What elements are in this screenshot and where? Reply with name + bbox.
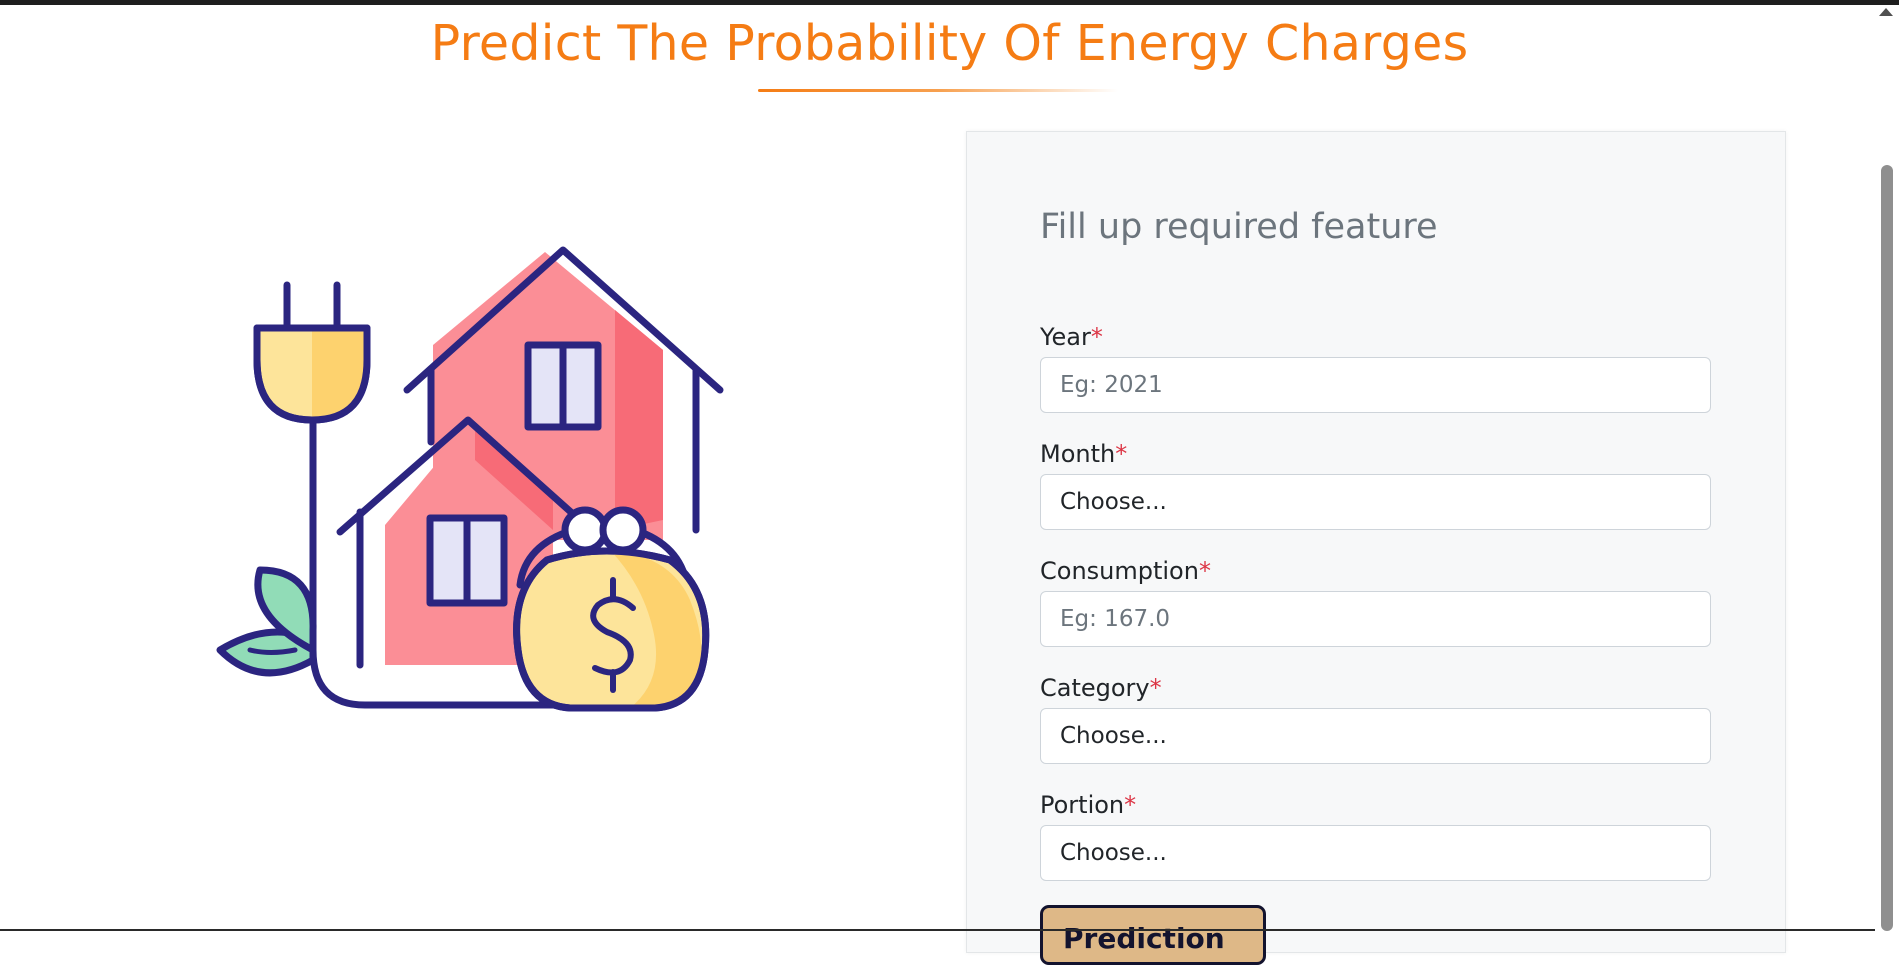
year-label-text: Year	[1040, 323, 1091, 351]
category-select-value: Choose...	[1060, 723, 1167, 749]
month-select-value: Choose...	[1060, 489, 1167, 515]
house-plug-moneybag-icon	[175, 230, 770, 730]
year-label: Year*	[1040, 322, 1103, 352]
prediction-form: Fill up required feature Year* Month* Ch…	[966, 131, 1786, 965]
portion-select-value: Choose...	[1060, 840, 1167, 866]
month-select[interactable]: Choose...	[1040, 474, 1711, 530]
consumption-label: Consumption*	[1040, 556, 1211, 586]
prediction-button[interactable]: Prediction	[1040, 905, 1266, 965]
consumption-input[interactable]	[1040, 591, 1711, 647]
month-label: Month*	[1040, 439, 1127, 469]
year-input[interactable]	[1040, 357, 1711, 413]
required-marker: *	[1198, 557, 1211, 585]
page: Predict The Probability Of Energy Charge…	[0, 5, 1875, 965]
required-marker: *	[1115, 440, 1128, 468]
category-select[interactable]: Choose...	[1040, 708, 1711, 764]
portion-label: Portion*	[1040, 790, 1136, 820]
portion-label-text: Portion	[1040, 791, 1125, 819]
form-heading: Fill up required feature	[1040, 207, 1438, 247]
scroll-up-arrow-icon[interactable]	[1879, 8, 1893, 16]
month-label-text: Month	[1040, 440, 1116, 468]
category-label-text: Category	[1040, 674, 1150, 702]
required-marker: *	[1124, 791, 1137, 819]
portion-select[interactable]: Choose...	[1040, 825, 1711, 881]
scrollbar-thumb[interactable]	[1881, 165, 1893, 931]
required-marker: *	[1090, 323, 1103, 351]
category-label: Category*	[1040, 673, 1162, 703]
consumption-label-text: Consumption	[1040, 557, 1199, 585]
title-underline	[758, 89, 1118, 92]
page-title: Predict The Probability Of Energy Charge…	[430, 15, 1469, 72]
required-marker: *	[1149, 674, 1162, 702]
